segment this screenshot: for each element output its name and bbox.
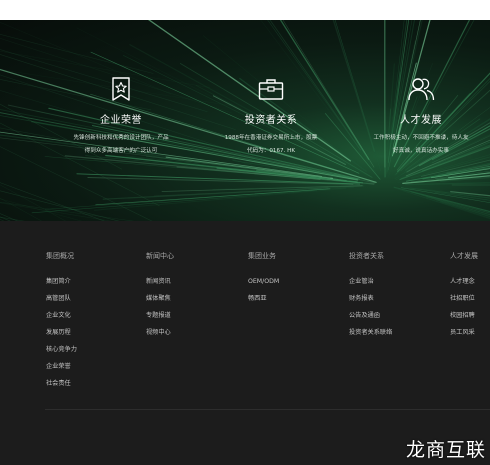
footer-column-heading[interactable]: 新闻中心 xyxy=(146,251,174,261)
top-blank-strip xyxy=(0,0,490,20)
footer-link[interactable]: 视频中心 xyxy=(146,324,174,341)
light-streak xyxy=(0,202,112,221)
footer-link[interactable]: 社会责任 xyxy=(46,375,77,392)
footer-link[interactable]: 企业管治 xyxy=(349,273,392,290)
footer-link[interactable]: 集团简介 xyxy=(46,273,77,290)
feature-investor-relations[interactable]: 投资者关系 1988年在香港证券交易所上市，股票 代码为：0167. HK xyxy=(196,75,346,158)
feature-title: 企业荣誉 xyxy=(100,115,142,126)
footer-link[interactable]: 投资者关系联络 xyxy=(349,324,392,341)
footer-link[interactable]: 社招职位 xyxy=(450,290,478,307)
footer-column-talent-development: 人才发展 人才理念 社招职位 校园招聘 员工风采 xyxy=(450,251,478,341)
footer-link[interactable]: 专题报道 xyxy=(146,307,174,324)
feature-title: 人才发展 xyxy=(400,115,442,126)
footer-column-group-overview: 集团概况 集团简介 高管团队 企业文化 发展历程 核心竞争力 企业荣誉 社会责任 xyxy=(46,251,77,392)
footer-divider xyxy=(45,409,490,410)
feature-talent-development[interactable]: 人才发展 工作积极主动，不回避不推诿，待人友 好真诚，说真话办实事 xyxy=(346,75,490,158)
watermark-logo-text: 龙商互联 xyxy=(405,439,486,461)
footer-link[interactable]: OEM/ODM xyxy=(248,273,279,290)
light-streak xyxy=(0,34,154,74)
footer-link[interactable]: 财务报表 xyxy=(349,290,392,307)
footer-link[interactable]: 公告及通函 xyxy=(349,307,392,324)
users-icon xyxy=(408,78,435,101)
feature-description: 工作积极主动，不回避不推诿，待人友 好真诚，说真话办实事 xyxy=(373,135,469,154)
footer-link[interactable]: 媒体聚焦 xyxy=(146,290,174,307)
feature-honors[interactable]: 企业荣誉 先锋创新科技和优秀的设计团队，产品 得到众多高端客户的广泛认可 xyxy=(46,75,196,158)
feature-description: 先锋创新科技和优秀的设计团队，产品 得到众多高端客户的广泛认可 xyxy=(73,135,169,154)
footer-column-heading[interactable]: 集团业务 xyxy=(248,251,279,261)
footer-column-investor-relations: 投资者关系 企业管治 财务报表 公告及通函 投资者关系联络 xyxy=(349,251,392,341)
footer-link[interactable]: 发展历程 xyxy=(46,324,77,341)
footer-link[interactable]: 企业文化 xyxy=(46,307,77,324)
footer-link[interactable]: 核心竞争力 xyxy=(46,341,77,358)
award-badge-icon xyxy=(112,77,130,101)
light-streak xyxy=(31,190,318,214)
footer-column-group-business: 集团业务 OEM/ODM 畅西亚 xyxy=(248,251,279,307)
footer-link[interactable]: 人才理念 xyxy=(450,273,478,290)
footer-link[interactable]: 畅西亚 xyxy=(248,290,279,307)
footer-link[interactable]: 员工风采 xyxy=(450,324,478,341)
footer-column-news-center: 新闻中心 新闻资讯 媒体聚焦 专题报道 视频中心 xyxy=(146,251,174,341)
feature-description: 1988年在香港证券交易所上市，股票 代码为：0167. HK xyxy=(224,135,318,154)
hero-banner: 企业荣誉 先锋创新科技和优秀的设计团队，产品 得到众多高端客户的广泛认可 投资者… xyxy=(0,20,490,221)
footer-link[interactable]: 高管团队 xyxy=(46,290,77,307)
footer-link[interactable]: 校园招聘 xyxy=(450,307,478,324)
footer-link[interactable]: 新闻资讯 xyxy=(146,273,174,290)
footer-column-heading[interactable]: 集团概况 xyxy=(46,251,77,261)
footer-column-heading[interactable]: 投资者关系 xyxy=(349,251,392,261)
briefcase-icon xyxy=(258,79,284,100)
feature-title: 投资者关系 xyxy=(244,115,298,126)
site-footer: 集团概况 集团简介 高管团队 企业文化 发展历程 核心竞争力 企业荣誉 社会责任… xyxy=(0,221,490,465)
footer-column-heading[interactable]: 人才发展 xyxy=(450,251,478,261)
footer-link[interactable]: 企业荣誉 xyxy=(46,358,77,375)
